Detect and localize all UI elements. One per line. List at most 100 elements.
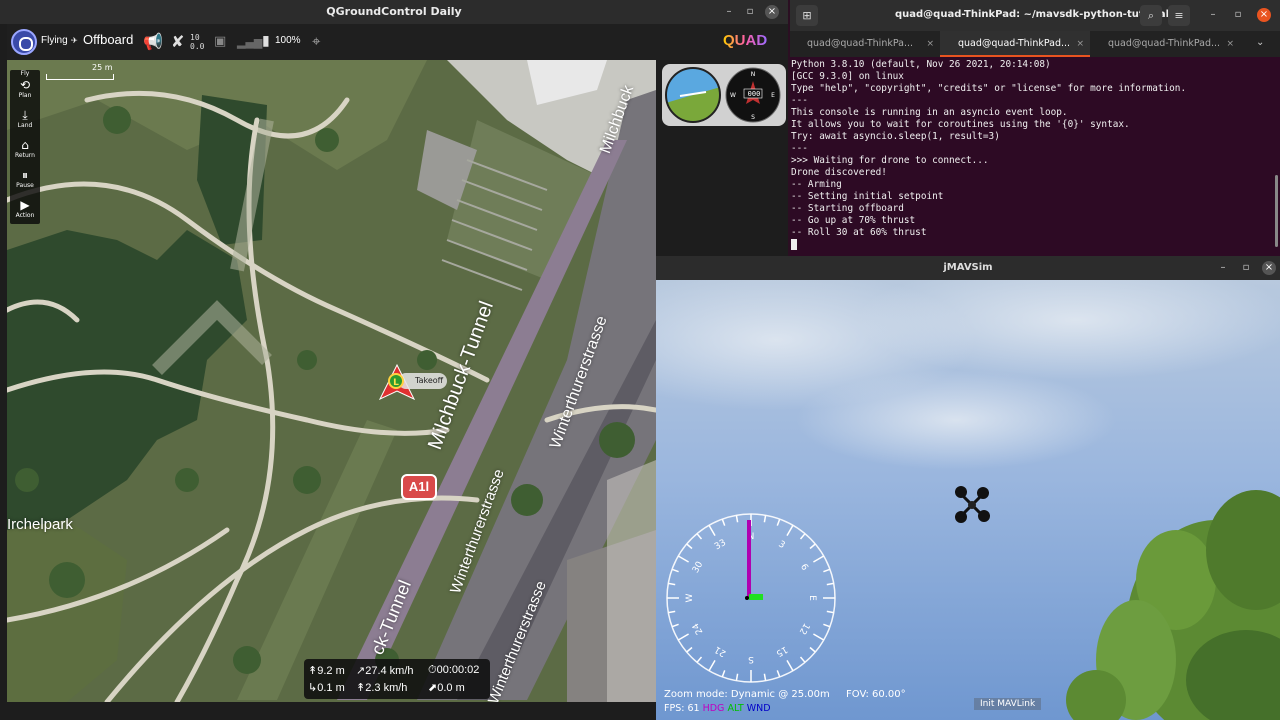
takeoff-label[interactable]: Takeoff — [398, 373, 448, 389]
qgc-window-title: QGroundControl Daily — [326, 5, 462, 18]
terminal-minimize-icon[interactable]: – — [1206, 8, 1220, 22]
fly-toolstrip: Fly ⟲ Plan ⤓ Land ⌂ Return ⏸ Pause ▶ Act… — [10, 70, 40, 224]
compass-readout: 000 — [747, 90, 761, 98]
zoom-mode-text: Zoom mode: Dynamic @ 25.00m — [664, 689, 830, 700]
rc-icon[interactable]: ▣ — [214, 34, 226, 49]
terminal-line: This console is running in an asyncio ev… — [791, 107, 1068, 118]
terminal-maximize-icon[interactable]: ▫ — [1231, 8, 1245, 22]
tab-close-icon[interactable]: × — [1076, 31, 1084, 57]
tool-fly[interactable]: Fly — [10, 70, 40, 78]
return-icon: ⌂ — [21, 138, 29, 152]
tab-close-icon[interactable]: × — [926, 31, 934, 57]
terminal-window: ⊞ quad@quad-ThinkPad: ~/mavsdk-python-tu… — [790, 0, 1280, 256]
map-imagery — [7, 60, 656, 702]
search-icon[interactable]: ⌕ — [1140, 5, 1162, 26]
terminal-cursor — [791, 239, 797, 250]
hdg-label: HDG — [702, 703, 725, 714]
gps-icon[interactable]: ✘ — [171, 32, 184, 51]
battery-icon[interactable]: ▮ — [262, 33, 270, 49]
tool-pause[interactable]: ⏸ Pause — [10, 168, 40, 190]
compass-label: E — [807, 595, 817, 601]
battery-percent: 100% — [275, 35, 301, 46]
terminal-tab-2-label: quad@quad-ThinkPad... — [958, 38, 1071, 49]
altitude-marker — [749, 594, 763, 600]
tab-close-icon[interactable]: × — [1226, 31, 1234, 57]
vspeed-icon: ↟ — [356, 682, 366, 694]
gps-count: 10 — [190, 33, 200, 42]
terminal-line: -- Setting initial setpoint — [791, 191, 944, 202]
terminal-tabs: quad@quad-ThinkPa... × quad@quad-ThinkPad… — [790, 31, 1280, 57]
timer-icon: ⏱ — [428, 664, 437, 676]
jmavsim-maximize-icon[interactable]: ▫ — [1239, 261, 1253, 275]
crosshair-icon[interactable]: ⌖ — [312, 32, 320, 50]
tool-return-label: Return — [15, 152, 35, 159]
vdist-icon: ↳ — [308, 682, 318, 694]
park-label: Irchelpark — [7, 516, 73, 533]
svg-text:W: W — [730, 92, 736, 99]
close-icon[interactable]: × — [765, 5, 779, 19]
terminal-line: -- Go up at 70% thrust — [791, 215, 916, 226]
svg-text:N: N — [751, 71, 756, 78]
horizontal-speed-value: ↗27.4 km/h — [356, 665, 414, 677]
terminal-line: --- — [791, 143, 808, 154]
fov-text: FOV: 60.00° — [846, 689, 906, 700]
wnd-label: WND — [746, 703, 771, 714]
fps-value: 61 — [687, 703, 700, 714]
terminal-line: Try: await asyncio.sleep(1, result=3) — [791, 131, 1000, 142]
road-sign-badge: A1l — [401, 474, 437, 500]
plan-icon: ⟲ — [19, 78, 31, 92]
jmavsim-titlebar[interactable]: jMAVSim – ▫ × — [656, 256, 1280, 280]
qgc-toolbar: Flying ✈ Offboard 📢 ✘ 10 0.0 ▣ ▂▄▆ ▮ 100… — [7, 24, 788, 60]
jmavsim-window-title: jMAVSim — [943, 262, 993, 273]
tool-return[interactable]: ⌂ Return — [10, 138, 40, 160]
jmavsim-close-icon[interactable]: × — [1262, 261, 1276, 275]
tool-plan[interactable]: ⟲ Plan — [10, 78, 40, 100]
signal-icon[interactable]: ▂▄▆ — [237, 36, 262, 49]
alt-label: ALT — [727, 703, 744, 714]
tool-action-label: Action — [15, 212, 35, 219]
init-mavlink-status: Init MAVLink — [974, 698, 1042, 710]
tool-fly-label: Fly — [20, 70, 30, 77]
instrument-panel: N W E S 000 — [662, 64, 786, 126]
action-icon: ▶ — [20, 198, 30, 212]
maximize-icon[interactable]: ▫ — [743, 5, 757, 19]
satellite-map[interactable]: Irchelpark Milchbuck-Tunnel ck-Tunnel Wi… — [7, 60, 656, 702]
terminal-scrollbar[interactable] — [1275, 175, 1278, 247]
terminal-close-icon[interactable]: × — [1257, 8, 1271, 22]
terminal-line: Type "help", "copyright", "credits" or "… — [791, 83, 1187, 94]
qgc-titlebar[interactable]: QGroundControl Daily – ▫ × — [0, 0, 788, 24]
megaphone-icon[interactable]: 📢 — [143, 32, 163, 51]
simulation-view[interactable]: N36E1215S2124W3033 — [656, 280, 1280, 720]
land-icon: ⤓ — [22, 108, 28, 122]
svg-text:E: E — [771, 92, 775, 99]
telemetry-panel: ↟9.2 m ↗27.4 km/h ⏱00:00:02 ↳0.1 m ↟2.3 … — [304, 659, 490, 699]
tool-land[interactable]: ⤓ Land — [10, 108, 40, 130]
flight-time-value: ⏱00:00:02 — [428, 664, 480, 676]
terminal-line: Drone discovered! — [791, 167, 887, 178]
tabs-dropdown-icon[interactable]: ⌄ — [1256, 37, 1264, 48]
tool-action[interactable]: ▶ Action — [10, 198, 40, 220]
new-tab-icon[interactable]: ⊞ — [796, 5, 818, 26]
terminal-line: >>> Waiting for drone to connect... — [791, 155, 989, 166]
terminal-titlebar[interactable]: ⊞ quad@quad-ThinkPad: ~/mavsdk-python-tu… — [790, 0, 1280, 31]
terminal-tab-2[interactable]: quad@quad-ThinkPad... × — [940, 31, 1090, 57]
altitude-value: ↟9.2 m — [308, 665, 345, 677]
minimize-icon[interactable]: – — [722, 5, 736, 19]
terminal-line: -- Roll 30 at 60% thrust — [791, 227, 927, 238]
takeoff-marker[interactable]: L — [388, 373, 404, 389]
takeoff-label-text: Takeoff — [415, 376, 444, 385]
qgc-logo-icon[interactable] — [11, 29, 37, 55]
hud-status-line: FPS: 61 HDG ALT WND — [664, 703, 771, 714]
flight-mode-icon: ✈ — [71, 36, 78, 45]
map-scale-bar — [46, 74, 114, 80]
terminal-output[interactable]: Python 3.8.10 (default, Nov 26 2021, 20:… — [791, 59, 1271, 255]
terminal-tab-3[interactable]: quad@quad-ThinkPad... × — [1090, 31, 1240, 57]
menu-icon[interactable]: ≡ — [1168, 5, 1190, 26]
flight-state-label: Flying — [41, 35, 68, 46]
compass-label: S — [748, 654, 754, 664]
terminal-tab-1-label: quad@quad-ThinkPa... — [807, 38, 914, 49]
distance-home-value: ⬈0.0 m — [428, 682, 465, 694]
flight-mode-selector[interactable]: Offboard — [83, 32, 133, 47]
terminal-tab-1[interactable]: quad@quad-ThinkPa... × — [790, 31, 940, 57]
jmavsim-minimize-icon[interactable]: – — [1216, 261, 1230, 275]
